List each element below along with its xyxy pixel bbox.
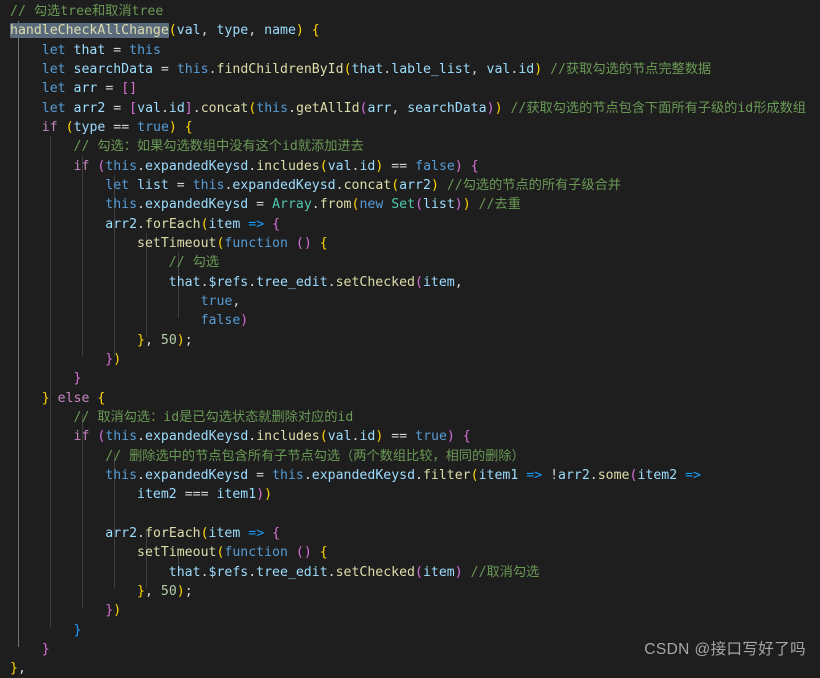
csdn-watermark: CSDN @接口写好了吗 [644, 641, 806, 658]
code-line: // 勾选 [168, 255, 219, 271]
code-line: } [73, 371, 82, 387]
code-line: // 删除选中的节点包含所有子节点勾选（两个数组比较，相同的删除） [105, 448, 525, 464]
code-line: } else { [41, 390, 106, 406]
code-line: // 勾选：如果勾选数组中没有这个id就添加进去 [73, 139, 364, 155]
code-line: let that = this [41, 42, 161, 58]
code-line: arr2.forEach(item => { [105, 525, 281, 541]
code-line: }) [105, 603, 122, 619]
code-line: item2 === item1)) [137, 487, 273, 503]
code-line: }, [10, 661, 26, 677]
code-line: setTimeout(function () { [137, 545, 328, 561]
code-line: }, 50); [137, 332, 193, 348]
code-line: handleCheckAllChange(val, type, name) { [10, 23, 320, 39]
code-line: let arr = [] [41, 81, 138, 97]
code-line: let arr2 = [val.id].concat(this.getAllId… [41, 100, 806, 116]
code-line: let searchData = this.findChildrenById(t… [41, 61, 712, 77]
code-line: if (this.expandedKeysd.includes(val.id) … [73, 429, 471, 445]
code-line: setTimeout(function () { [137, 235, 328, 251]
code-line: false) [200, 313, 249, 329]
code-line: }) [105, 351, 122, 367]
code-line: this.expandedKeysd = Array.from(new Set(… [105, 197, 521, 213]
code-line: if (this.expandedKeysd.includes(val.id) … [73, 158, 479, 174]
code-line: that.$refs.tree_edit.setChecked(item) //… [168, 564, 540, 580]
code-line: // 取消勾选：id是已勾选状态就删除对应的id [73, 409, 354, 425]
code-line: // 勾选tree和取消tree [10, 4, 164, 19]
code-line: that.$refs.tree_edit.setChecked(item, [168, 274, 463, 290]
code-line: this.expandedKeysd = this.expandedKeysd.… [105, 467, 701, 483]
code-line: if (type == true) { [41, 119, 193, 135]
code-line: let list = this.expandedKeysd.concat(arr… [105, 177, 621, 193]
code-line: }, 50); [137, 583, 193, 599]
code-content[interactable]: // 勾选tree和取消tree handleCheckAllChange(va… [0, 2, 820, 678]
code-editor[interactable]: // 勾选tree和取消tree handleCheckAllChange(va… [0, 0, 820, 676]
code-line: arr2.forEach(item => { [105, 216, 281, 232]
code-line: true, [200, 293, 241, 309]
